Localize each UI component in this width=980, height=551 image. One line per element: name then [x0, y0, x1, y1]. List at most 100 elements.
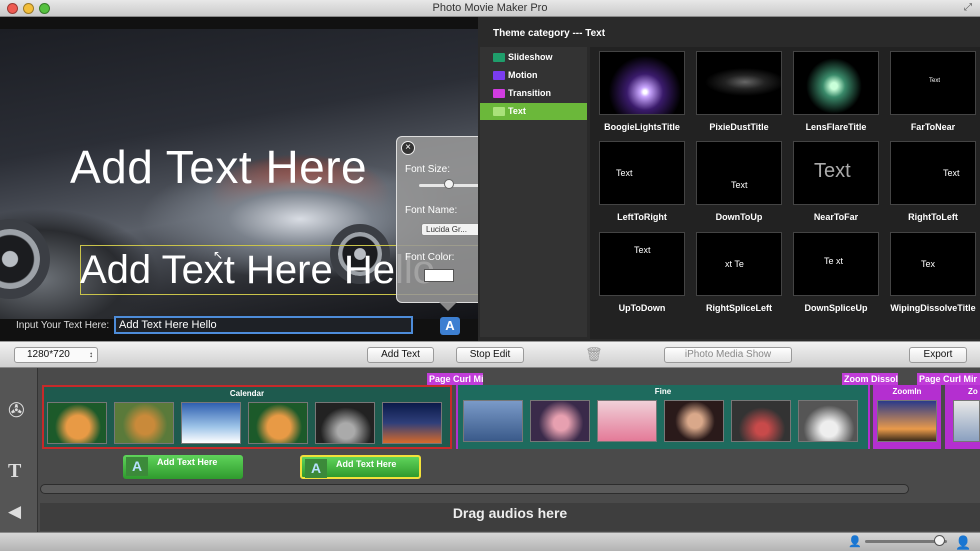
- folder-icon: [493, 107, 505, 116]
- thumbnail-preview-text: Text: [731, 180, 748, 190]
- category-text[interactable]: Text: [480, 103, 587, 120]
- category-label: Transition: [508, 88, 552, 98]
- bottom-bar: [0, 532, 980, 551]
- transition-label[interactable]: Page Curl Mir: [917, 373, 980, 385]
- theme-thumbnail[interactable]: Text LeftToRight: [599, 141, 685, 222]
- popover-arrow: [439, 302, 457, 311]
- toolbar: 1280*720 ↕ Add Text Stop Edit 🗑 iPhoto M…: [0, 341, 980, 368]
- stop-edit-button[interactable]: Stop Edit: [456, 347, 524, 363]
- category-transition[interactable]: Transition: [480, 85, 587, 102]
- thumbnail-preview-text: Text: [616, 168, 633, 178]
- theme-thumbnail[interactable]: Text DownToUp: [696, 141, 782, 222]
- font-icon: A: [126, 457, 148, 476]
- thumbnail-preview-text: Text: [943, 168, 960, 178]
- category-label: Text: [508, 106, 526, 116]
- thumbnail-label: WipingDissolveTitle: [890, 303, 976, 313]
- category-motion[interactable]: Motion: [480, 67, 587, 84]
- timeline-segment-fine[interactable]: Fine: [456, 385, 870, 449]
- timeline-scrollbar[interactable]: [40, 484, 909, 494]
- film-reel-icon: ✇: [8, 400, 25, 422]
- photo-clip[interactable]: [530, 400, 590, 442]
- thumbnail-preview-text: Text: [814, 160, 851, 182]
- thumbnail-label: FarToNear: [910, 122, 956, 132]
- thumbnail-label: DownToUp: [715, 212, 763, 222]
- thumbnail-label: LeftToRight: [617, 212, 667, 222]
- theme-thumbnail[interactable]: Text NearToFar: [793, 141, 879, 222]
- font-icon[interactable]: A: [440, 317, 460, 335]
- photo-clip[interactable]: [798, 400, 858, 442]
- overlay-text-title[interactable]: Add Text Here: [70, 140, 367, 194]
- photo-clip[interactable]: [181, 402, 241, 444]
- segment-label: Fine: [654, 387, 672, 396]
- window-title: Photo Movie Maker Pro: [432, 2, 548, 14]
- folder-icon: [493, 71, 505, 80]
- iphoto-media-show-button[interactable]: iPhoto Media Show: [664, 347, 792, 363]
- text-clip-label: Add Text Here: [336, 459, 397, 469]
- thumbnail-label: UpToDown: [618, 303, 666, 313]
- thumbnail-preview-text: Text: [929, 78, 941, 84]
- photo-clip[interactable]: [114, 402, 174, 444]
- thumbnail-label: DownSpliceUp: [804, 303, 868, 313]
- thumbnail-label: BoogieLightsTitle: [604, 122, 680, 132]
- audio-drop-placeholder: Drag audios here: [452, 505, 568, 521]
- overlay-text-editing[interactable]: Add Text Here Hello: [80, 248, 435, 293]
- theme-thumbnail[interactable]: PixieDustTitle: [696, 51, 782, 132]
- theme-thumbnail[interactable]: Text RightToLeft: [890, 141, 976, 222]
- theme-thumbnail[interactable]: xt Te RightSpliceLeft: [696, 232, 782, 313]
- font-size-slider-knob[interactable]: [443, 179, 454, 189]
- folder-icon: [493, 53, 505, 62]
- font-color-label: Font Color:: [405, 252, 455, 263]
- photo-clip[interactable]: [315, 402, 375, 444]
- photo-clip[interactable]: [731, 400, 791, 442]
- speaker-icon: ◀: [8, 502, 22, 521]
- photo-clip[interactable]: [463, 400, 523, 442]
- zoom-out-person-icon[interactable]: 👤: [848, 535, 862, 548]
- theme-thumbnail[interactable]: LensFlareTitle: [793, 51, 879, 132]
- thumbnail-label: RightSpliceLeft: [705, 303, 772, 313]
- photo-clip[interactable]: [953, 400, 980, 442]
- track-icon-column: ✇ T ◀: [0, 368, 38, 533]
- category-label: Motion: [508, 70, 538, 80]
- fullscreen-icon[interactable]: ⤢: [964, 2, 972, 13]
- transition-label[interactable]: Zoom Dissol: [842, 373, 898, 385]
- input-label: Input Your Text Here:: [16, 320, 110, 331]
- theme-category-header: Theme category --- Text: [493, 28, 606, 39]
- text-clip-label: Add Text Here: [157, 457, 218, 467]
- thumbnail-preview-text: Te xt: [824, 256, 844, 266]
- text-clip-selected[interactable]: A Add Text Here: [300, 455, 421, 479]
- photo-clip[interactable]: [248, 402, 308, 444]
- add-text-button[interactable]: Add Text: [367, 347, 434, 363]
- photo-clip[interactable]: [664, 400, 724, 442]
- trash-icon[interactable]: 🗑: [585, 346, 603, 363]
- zoom-in-person-icon[interactable]: 👤: [955, 535, 971, 550]
- photo-clip[interactable]: [597, 400, 657, 442]
- text-input[interactable]: [114, 316, 413, 334]
- theme-thumbnail[interactable]: Tex WipingDissolveTitle: [890, 232, 976, 313]
- thumbnail-preview-text: Text: [634, 245, 651, 255]
- thumbnail-preview-text: xt Te: [725, 259, 744, 269]
- photo-clip[interactable]: [877, 400, 937, 442]
- transition-label[interactable]: Page Curl Mic: [427, 373, 483, 385]
- thumbnail-label: PixieDustTitle: [709, 122, 769, 132]
- category-slideshow[interactable]: Slideshow: [480, 49, 587, 66]
- theme-thumbnail[interactable]: Text FarToNear: [890, 51, 976, 132]
- photo-clip[interactable]: [47, 402, 107, 444]
- zoom-slider-knob[interactable]: [934, 535, 945, 546]
- font-icon: A: [305, 459, 327, 478]
- mouse-cursor-icon: ↖: [213, 248, 224, 262]
- font-color-swatch[interactable]: [424, 269, 454, 282]
- theme-thumbnail[interactable]: Text UpToDown: [599, 232, 685, 313]
- timeline-segment-zoomin[interactable]: ZoomIn: [873, 385, 941, 449]
- font-size-label: Font Size:: [405, 164, 451, 175]
- timeline-segment-zo[interactable]: Zo: [945, 385, 980, 449]
- theme-thumbnail[interactable]: Te xt DownSpliceUp: [793, 232, 879, 313]
- theme-thumbnail[interactable]: BoogieLightsTitle: [599, 51, 685, 132]
- folder-icon: [493, 89, 505, 98]
- close-icon[interactable]: ×: [401, 141, 415, 155]
- resolution-select[interactable]: 1280*720 ↕: [14, 347, 98, 363]
- export-button[interactable]: Export: [909, 347, 967, 363]
- segment-label: Calendar: [229, 389, 265, 398]
- timeline-segment-calendar[interactable]: Calendar: [42, 385, 452, 449]
- text-clip[interactable]: A Add Text Here: [123, 455, 243, 479]
- photo-clip[interactable]: [382, 402, 442, 444]
